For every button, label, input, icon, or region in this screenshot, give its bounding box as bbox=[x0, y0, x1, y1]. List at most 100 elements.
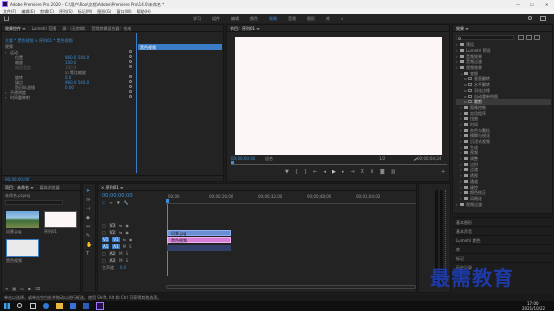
comparison-view-icon[interactable]: ▥ bbox=[391, 169, 396, 175]
tab-program[interactable]: 节目：序列01 ≡ bbox=[230, 26, 260, 31]
property-row[interactable]: › 时间重映射 bbox=[5, 95, 135, 100]
tab-project[interactable]: 项目：未命名 ≡ bbox=[5, 185, 34, 190]
32bit-effects-icon[interactable] bbox=[526, 35, 532, 40]
workspace-audio[interactable]: 音频 bbox=[288, 16, 296, 21]
tab-lumetri-scopes[interactable]: Lumetri 范围 bbox=[32, 26, 57, 31]
list-view-icon[interactable]: ≡ bbox=[5, 286, 8, 292]
tab-effects[interactable]: 效果 ≡ bbox=[456, 26, 469, 31]
home-icon[interactable] bbox=[4, 16, 9, 21]
menu-marker[interactable]: 标记(M) bbox=[78, 9, 93, 14]
hand-tool-icon[interactable]: ✋ bbox=[86, 242, 92, 248]
ripple-edit-tool-icon[interactable]: ⊣ bbox=[86, 206, 92, 212]
eye-icon[interactable]: ◉ bbox=[125, 230, 129, 235]
project-item[interactable]: 序列01 bbox=[44, 211, 77, 234]
workspace-effects[interactable]: 效果 bbox=[269, 16, 277, 21]
workspace-editing[interactable]: 编辑 bbox=[231, 16, 239, 21]
play-icon[interactable]: ▶ bbox=[332, 169, 336, 175]
menu-edit[interactable]: 编辑(E) bbox=[21, 9, 35, 14]
new-bin-icon[interactable]: ▭ bbox=[20, 286, 24, 292]
file-explorer-icon[interactable] bbox=[56, 303, 63, 309]
clock-date[interactable]: 2021/10/22 bbox=[522, 306, 545, 311]
master-volume-value[interactable]: 0.0 bbox=[120, 265, 126, 270]
maximize-button[interactable]: ☐ bbox=[530, 2, 534, 7]
track-name[interactable]: A1 bbox=[112, 244, 120, 249]
linked-selection-icon[interactable]: ∞ bbox=[109, 200, 112, 205]
snap-icon[interactable]: ⊂ bbox=[102, 200, 105, 205]
timeline-scrollbar[interactable] bbox=[166, 285, 416, 289]
tab-media-browser[interactable]: 媒体浏览器 bbox=[40, 185, 60, 190]
program-playhead-timecode[interactable]: 00;00;00;00 bbox=[231, 156, 255, 161]
tab-audio-clip-mixer[interactable]: 音频剪辑混合器：合成 bbox=[91, 26, 131, 31]
quick-export-icon[interactable] bbox=[540, 16, 546, 21]
mark-out-icon[interactable]: } bbox=[304, 169, 307, 175]
mute-icon[interactable]: M bbox=[119, 258, 122, 263]
eye-icon[interactable]: ◉ bbox=[125, 223, 129, 228]
panel-markers[interactable]: 标记 bbox=[453, 253, 554, 262]
add-marker-icon[interactable]: ▼ bbox=[117, 200, 120, 205]
program-scrubber[interactable] bbox=[231, 161, 447, 165]
workspace-color[interactable]: 颜色 bbox=[250, 16, 258, 21]
edge-browser-icon[interactable] bbox=[43, 303, 49, 309]
accelerated-effects-icon[interactable] bbox=[518, 35, 524, 40]
mute-icon[interactable]: M bbox=[119, 251, 122, 256]
word-icon[interactable] bbox=[83, 303, 89, 309]
timeline-clip[interactable]: 风景.jpg bbox=[167, 230, 231, 236]
tab-effect-controls[interactable]: 效果控件 ≡ bbox=[5, 26, 26, 31]
add-button-icon[interactable]: + bbox=[441, 169, 445, 175]
panel-essential-graphics[interactable]: 基本图形 bbox=[453, 217, 554, 226]
source-patch[interactable]: V1 bbox=[102, 237, 110, 242]
task-view-icon[interactable] bbox=[30, 303, 36, 309]
timeline-clip[interactable]: 黑色视频 bbox=[167, 237, 231, 243]
track-name[interactable]: A2 bbox=[108, 251, 117, 256]
icon-view-icon[interactable]: ▦ bbox=[12, 286, 16, 292]
eye-icon[interactable]: ◉ bbox=[129, 237, 133, 242]
sync-icon[interactable]: ⇆ bbox=[119, 223, 122, 228]
antiflicker-value[interactable]: 0.00 bbox=[65, 85, 74, 90]
panel-lumetri-color[interactable]: Lumetri 颜色 bbox=[453, 235, 554, 244]
source-patch[interactable]: A1 bbox=[102, 244, 110, 249]
project-item[interactable]: 黑色视频 bbox=[6, 239, 39, 265]
export-frame-icon[interactable]: ◙ bbox=[380, 169, 385, 175]
pen-tool-icon[interactable]: ✎ bbox=[86, 233, 92, 239]
lock-icon[interactable]: ▢ bbox=[102, 230, 106, 235]
timeline-timecode[interactable]: 00;00;00;00 bbox=[102, 193, 133, 199]
go-to-in-icon[interactable]: ⇤ bbox=[313, 169, 317, 175]
reset-icon[interactable] bbox=[129, 95, 134, 100]
timeline-ruler[interactable]: 00;00 00;00;16;00 00;00;32;00 00;00;48;0… bbox=[166, 194, 416, 204]
step-forward-icon[interactable]: ▸ bbox=[342, 169, 345, 175]
menu-window[interactable]: 窗口(W) bbox=[116, 9, 131, 14]
effects-search-field[interactable] bbox=[456, 35, 514, 40]
solo-icon[interactable]: S bbox=[126, 251, 129, 256]
program-video-frame[interactable] bbox=[235, 37, 442, 155]
workspace-graphics[interactable]: 图形 bbox=[307, 16, 315, 21]
lock-icon[interactable]: ▢ bbox=[102, 251, 106, 256]
sync-icon[interactable]: ⇆ bbox=[119, 230, 122, 235]
track-name[interactable]: A3 bbox=[108, 258, 117, 263]
menu-graphics[interactable]: 图形(G) bbox=[97, 9, 111, 14]
panel-libraries[interactable]: 库 bbox=[453, 244, 554, 253]
effects-tree-item[interactable]: › 视频过渡 bbox=[456, 201, 551, 207]
slip-tool-icon[interactable]: ↔ bbox=[86, 224, 92, 230]
new-item-icon[interactable]: ▪ bbox=[28, 286, 31, 292]
lift-icon[interactable]: ⊼ bbox=[361, 169, 365, 175]
add-marker-icon[interactable]: ▼ bbox=[285, 169, 289, 175]
selection-tool-icon[interactable]: ➤ bbox=[86, 188, 92, 194]
search-icon[interactable] bbox=[17, 303, 22, 308]
track-name[interactable]: V3 bbox=[108, 223, 117, 228]
tab-source[interactable]: 源：(无剪辑) bbox=[62, 26, 85, 31]
type-tool-icon[interactable]: T bbox=[86, 251, 92, 257]
go-to-out-icon[interactable]: ⇥ bbox=[350, 169, 354, 175]
lock-icon[interactable]: ▢ bbox=[102, 223, 106, 228]
menu-sequence[interactable]: 序列(S) bbox=[59, 9, 73, 14]
tab-sequence01[interactable]: × 序列01 ≡ bbox=[101, 185, 123, 190]
workspace-assembly[interactable]: 组件 bbox=[212, 16, 220, 21]
lock-icon[interactable]: ▢ bbox=[102, 258, 106, 263]
mute-icon[interactable]: M bbox=[123, 244, 126, 249]
extract-icon[interactable]: ⊻ bbox=[370, 169, 374, 175]
clip-path[interactable]: 主要 * 黑色视频 ∨ 序列01 * 黑色视频 bbox=[5, 38, 135, 43]
playhead-icon[interactable] bbox=[166, 199, 169, 203]
timeline-settings-icon[interactable]: 🔧 bbox=[124, 200, 129, 205]
workspace-learn[interactable]: 学习 bbox=[193, 16, 201, 21]
solo-icon[interactable]: S bbox=[126, 258, 129, 263]
solo-icon[interactable]: S bbox=[129, 244, 132, 249]
